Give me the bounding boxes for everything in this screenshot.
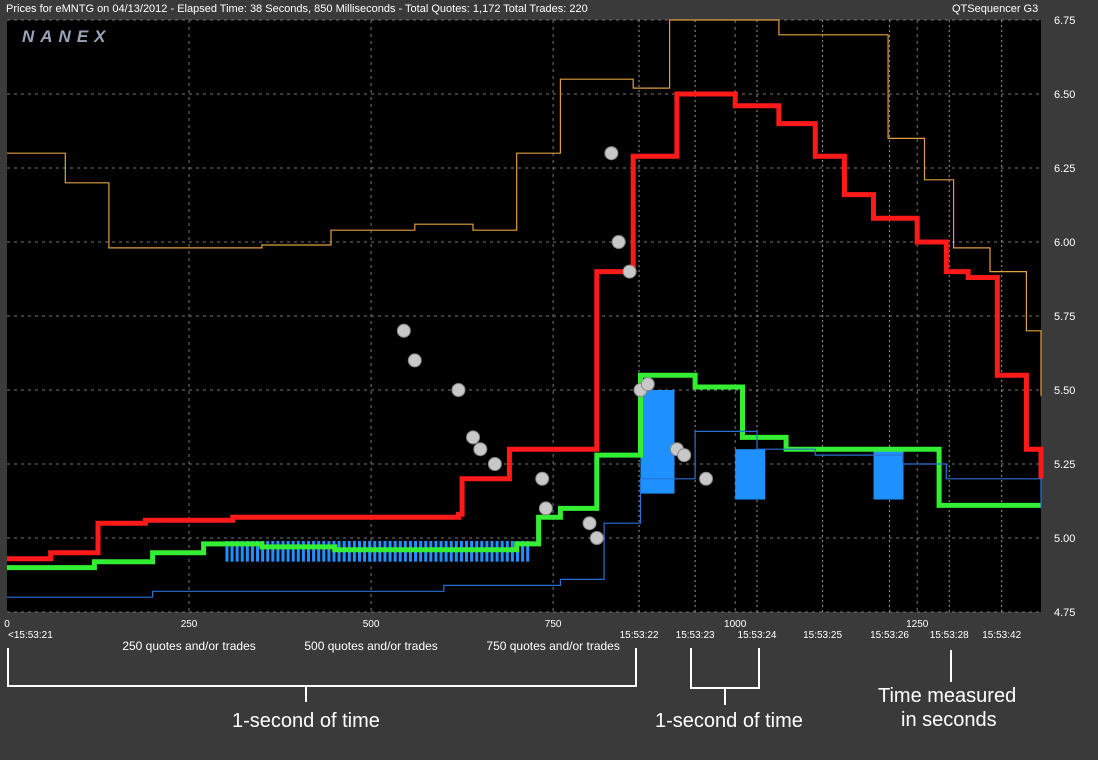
annotation-brackets: [7, 648, 952, 705]
trade-dot: [487, 457, 502, 471]
annotation-one-second-left: 1-second of time: [232, 710, 380, 732]
x-tick-label: 500: [363, 619, 380, 630]
y-axis-ticks: 6.75 6.50 6.25 6.00 5.75 5.50 5.25 5.00 4.75: [1054, 15, 1075, 619]
y-tick-label: 5.00: [1054, 533, 1075, 545]
count-label: 250 quotes and/or trades: [122, 639, 255, 653]
trade-dot: [677, 448, 692, 463]
time-label: <15:53:21: [8, 630, 53, 641]
trade-dot: [622, 264, 637, 279]
time-label: 15:53:23: [676, 630, 715, 641]
x-tick-label: 0: [4, 619, 10, 630]
time-label: 15:53:22: [620, 630, 659, 641]
trade-dot: [582, 516, 597, 531]
nanex-logo: NANEX: [22, 27, 112, 46]
trade-dot: [535, 471, 550, 486]
x-tick-label: 750: [545, 619, 562, 630]
trade-dot: [396, 323, 411, 338]
trade-dot: [538, 501, 553, 516]
spread-bar: [281, 540, 285, 562]
spread-bar: [307, 540, 311, 562]
time-label: 15:53:24: [738, 630, 777, 641]
annotation-one-second-middle: 1-second of time: [655, 710, 803, 732]
y-tick-label: 5.25: [1054, 459, 1075, 471]
annotation-time-measured-line2: in seconds: [901, 709, 997, 731]
spread-block: [640, 390, 675, 494]
price-chart: NANEX 6.75 6.50 6.25 6.00 5.75 5.50 5.25 5.00 4.…: [4, 15, 1075, 705]
y-tick-label: 5.50: [1054, 385, 1075, 397]
spread-bar: [301, 540, 305, 562]
spread-bar: [317, 540, 321, 562]
x-axis-ticks: 0 250 500 750 1000 1250 <15:53:21 15:53:22 15:53…: [4, 619, 1021, 653]
y-tick-label: 6.50: [1054, 89, 1075, 101]
spread-bar: [296, 540, 300, 562]
spread-bar: [271, 540, 275, 562]
trade-dot: [640, 377, 655, 392]
spread-block: [873, 449, 904, 500]
spread-bar: [266, 540, 270, 562]
trade-dot: [473, 442, 488, 457]
time-label: 15:53:28: [930, 630, 969, 641]
trade-dot: [466, 430, 481, 445]
y-tick-label: 4.75: [1054, 607, 1075, 619]
trade-dot: [589, 531, 604, 545]
x-tick-label: 1250: [906, 619, 929, 630]
spread-bar: [327, 540, 331, 562]
spread-bar: [312, 540, 316, 562]
trade-dot: [451, 383, 466, 397]
y-tick-label: 6.75: [1054, 15, 1075, 27]
spread-bar: [322, 540, 326, 562]
trade-dot: [604, 146, 619, 161]
time-label: 15:53:42: [982, 630, 1021, 641]
spread-bar: [276, 540, 280, 562]
y-tick-label: 5.75: [1054, 311, 1075, 323]
spread-bar: [286, 540, 290, 562]
spread-bar: [291, 540, 295, 562]
count-label: 500 quotes and/or trades: [304, 639, 437, 653]
count-label: 750 quotes and/or trades: [486, 639, 619, 653]
x-tick-label: 250: [181, 619, 198, 630]
time-label: 15:53:25: [803, 630, 842, 641]
x-tick-label: 1000: [724, 619, 747, 630]
y-tick-label: 6.25: [1054, 163, 1075, 175]
trade-dot: [407, 353, 422, 368]
trade-dot: [611, 235, 626, 249]
trade-dot: [699, 471, 714, 486]
annotation-time-measured-line1: Time measured: [878, 685, 1017, 707]
spread-block: [735, 449, 766, 500]
y-tick-label: 6.00: [1054, 237, 1075, 249]
time-label: 15:53:26: [870, 630, 909, 641]
